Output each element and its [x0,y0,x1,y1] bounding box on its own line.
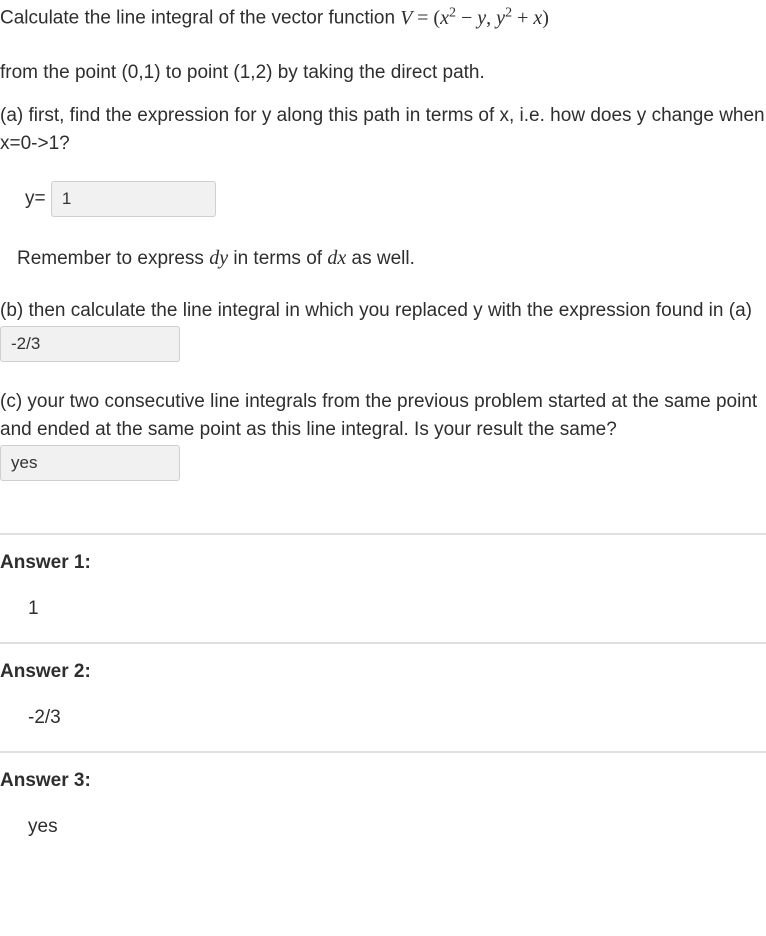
answer-3-value: yes [0,795,766,846]
remember-line: Remember to express dy in terms of dx as… [0,243,766,274]
part-b-row: (b) then calculate the line integral in … [0,297,766,362]
answer-3-label: Answer 3: [0,767,766,796]
answer-1-label: Answer 1: [0,549,766,578]
part-a-input[interactable] [51,181,216,217]
vector-formula: V = (x2 − y, y2 + x) [400,7,549,29]
part-c-text: (c) your two consecutive line integrals … [0,391,757,441]
remember-post: as well. [346,248,415,269]
dy-math: dy [209,247,228,269]
answer-2-value: -2/3 [0,686,766,737]
part-b-text: (b) then calculate the line integral in … [0,300,752,321]
answer-2-label: Answer 2: [0,658,766,687]
y-equals-label: y= [25,188,46,209]
intro-text-1: Calculate the line integral of the vecto… [0,8,400,29]
dx-math: dx [327,247,346,269]
remember-pre: Remember to express [17,248,209,269]
part-a-text: (a) first, find the expression for y alo… [0,102,766,159]
answer-1-value: 1 [0,577,766,628]
remember-mid: in terms of [228,248,327,269]
part-c-input[interactable] [0,445,180,481]
intro-line-2: from the point (0,1) to point (1,2) by t… [0,59,766,88]
part-c-row: (c) your two consecutive line integrals … [0,388,766,481]
question-intro: Calculate the line integral of the vecto… [0,0,766,45]
part-b-input[interactable] [0,326,180,362]
